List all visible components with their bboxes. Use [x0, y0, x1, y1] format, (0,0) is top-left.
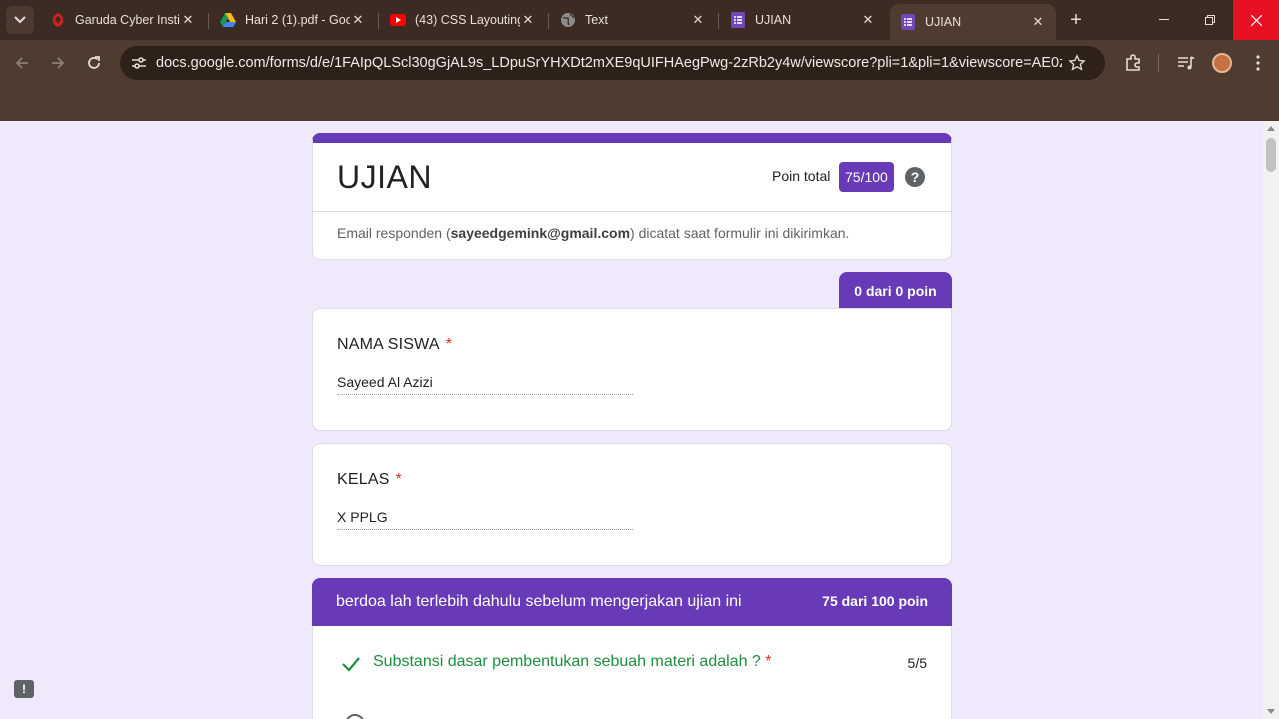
back-button[interactable]: [9, 50, 35, 76]
vertical-scrollbar[interactable]: [1263, 121, 1279, 719]
section-header: berdoa lah terlebih dahulu sebelum menge…: [312, 578, 952, 626]
question-title: KELAS *: [337, 471, 402, 489]
tab-divider: [718, 13, 719, 29]
total-score-badge: 75/100: [839, 162, 894, 192]
tab-hari2-pdf[interactable]: Hari 2 (1).pdf - Goo ✕: [210, 4, 376, 36]
tab-title: (43) CSS Layouting: [415, 13, 520, 27]
tab-ujian-active[interactable]: UJIAN ✕: [890, 4, 1056, 40]
section-points-badge: 0 dari 0 poin: [839, 272, 952, 309]
reload-icon: [88, 56, 100, 69]
globe-icon: [560, 12, 576, 28]
profile-avatar[interactable]: [1212, 53, 1232, 73]
garuda-favicon: [50, 12, 66, 28]
close-icon[interactable]: ✕: [690, 12, 706, 28]
question-card-substansi: Substansi dasar pembentukan sebuah mater…: [312, 626, 952, 719]
media-controls-icon[interactable]: [1173, 50, 1199, 76]
tab-css-layouting[interactable]: (43) CSS Layouting ✕: [380, 4, 546, 36]
bookmark-bar: [0, 86, 1279, 121]
tab-divider: [548, 13, 549, 29]
answer-text: X PPLG: [337, 509, 633, 530]
question-title: Substansi dasar pembentukan sebuah mater…: [373, 653, 772, 671]
tab-title: Text: [585, 13, 608, 27]
tab-garuda[interactable]: Garuda Cyber Instit ✕: [40, 4, 206, 36]
tab-title: Hari 2 (1).pdf - Goo: [245, 13, 350, 27]
google-forms-icon: [730, 12, 746, 28]
question-score: 5/5: [907, 655, 927, 671]
new-tab-button[interactable]: +: [1064, 8, 1088, 32]
window-close-button[interactable]: [1233, 0, 1279, 40]
tab-text[interactable]: Text ✕: [550, 4, 716, 36]
youtube-icon: [390, 12, 406, 28]
respondent-email: sayeedgemink@gmail.com: [450, 225, 631, 241]
close-icon[interactable]: ✕: [860, 12, 876, 28]
required-marker: *: [765, 653, 772, 670]
tab-divider: [378, 13, 379, 29]
section-score: 75 dari 100 poin: [822, 593, 928, 609]
respondent-email-notice: Email responden (sayeedgemink@gmail.com)…: [337, 225, 849, 241]
more-menu-icon[interactable]: [1245, 50, 1271, 76]
arrow-left-icon: [15, 57, 28, 69]
restore-icon: [1205, 15, 1215, 25]
close-icon[interactable]: ✕: [520, 12, 536, 28]
tab-strip: Garuda Cyber Instit ✕ Hari 2 (1).pdf - G…: [0, 0, 1279, 40]
email-notice-prefix: Email responden (: [337, 225, 451, 241]
bookmark-star-icon[interactable]: [1062, 48, 1092, 78]
email-notice-suffix: ) dicatat saat formulir ini dikirimkan.: [630, 225, 850, 241]
question-title-text: NAMA SISWA: [337, 336, 440, 353]
reload-button[interactable]: [81, 50, 107, 76]
arrow-right-icon: [52, 57, 65, 69]
page-content: UJIAN Poin total 75/100 ? Email responde…: [0, 121, 1279, 719]
check-icon: [342, 657, 360, 672]
tab-title: Garuda Cyber Instit: [75, 13, 180, 27]
close-icon[interactable]: ✕: [350, 12, 366, 28]
address-bar[interactable]: docs.google.com/forms/d/e/1FAIpQLScl30gG…: [120, 46, 1105, 80]
google-drive-icon: [220, 12, 236, 28]
scrollbar-thumb[interactable]: [1266, 138, 1276, 172]
close-icon[interactable]: ✕: [1030, 14, 1046, 30]
tab-title: UJIAN: [755, 13, 792, 27]
tab-search-button[interactable]: [6, 6, 34, 34]
radio-option[interactable]: [345, 714, 365, 719]
google-forms-icon: [900, 14, 916, 30]
tab-ujian-1[interactable]: UJIAN ✕: [720, 4, 886, 36]
site-settings-icon[interactable]: [122, 46, 156, 80]
question-title-text: KELAS: [337, 471, 390, 488]
report-abuse-icon[interactable]: !: [14, 680, 34, 698]
help-icon[interactable]: ?: [905, 167, 925, 187]
answer-text: Sayeed Al Azizi: [337, 374, 633, 395]
scroll-down-arrow-icon[interactable]: [1267, 709, 1275, 714]
browser-toolbar: docs.google.com/forms/d/e/1FAIpQLScl30gG…: [0, 40, 1279, 86]
browser-chrome: Garuda Cyber Instit ✕ Hari 2 (1).pdf - G…: [0, 0, 1279, 121]
tab-divider: [208, 13, 209, 29]
divider: [313, 211, 951, 212]
question-card-nama-siswa: NAMA SISWA * Sayeed Al Azizi: [312, 308, 952, 431]
minimize-button[interactable]: [1141, 0, 1187, 40]
question-card-kelas: KELAS * X PPLG: [312, 443, 952, 566]
question-title: NAMA SISWA *: [337, 336, 452, 354]
close-icon: [1250, 14, 1262, 26]
scroll-up-arrow-icon[interactable]: [1267, 126, 1275, 131]
total-score-label: Poin total: [772, 168, 831, 184]
required-marker: *: [395, 471, 403, 488]
form-header-card: UJIAN Poin total 75/100 ? Email responde…: [312, 133, 952, 260]
url-text[interactable]: docs.google.com/forms/d/e/1FAIpQLScl30gG…: [156, 55, 1062, 71]
form-title: UJIAN: [337, 159, 432, 195]
chevron-down-icon: [14, 16, 26, 24]
question-title-text: Substansi dasar pembentukan sebuah mater…: [373, 653, 761, 670]
extensions-icon[interactable]: [1120, 50, 1146, 76]
close-icon[interactable]: ✕: [180, 12, 196, 28]
forward-button[interactable]: [45, 50, 71, 76]
tab-title: UJIAN: [925, 15, 962, 29]
minimize-icon: [1159, 19, 1169, 20]
section-title: berdoa lah terlebih dahulu sebelum menge…: [336, 593, 742, 610]
toolbar-divider: [1158, 54, 1159, 72]
restore-button[interactable]: [1187, 0, 1233, 40]
required-marker: *: [445, 336, 453, 353]
